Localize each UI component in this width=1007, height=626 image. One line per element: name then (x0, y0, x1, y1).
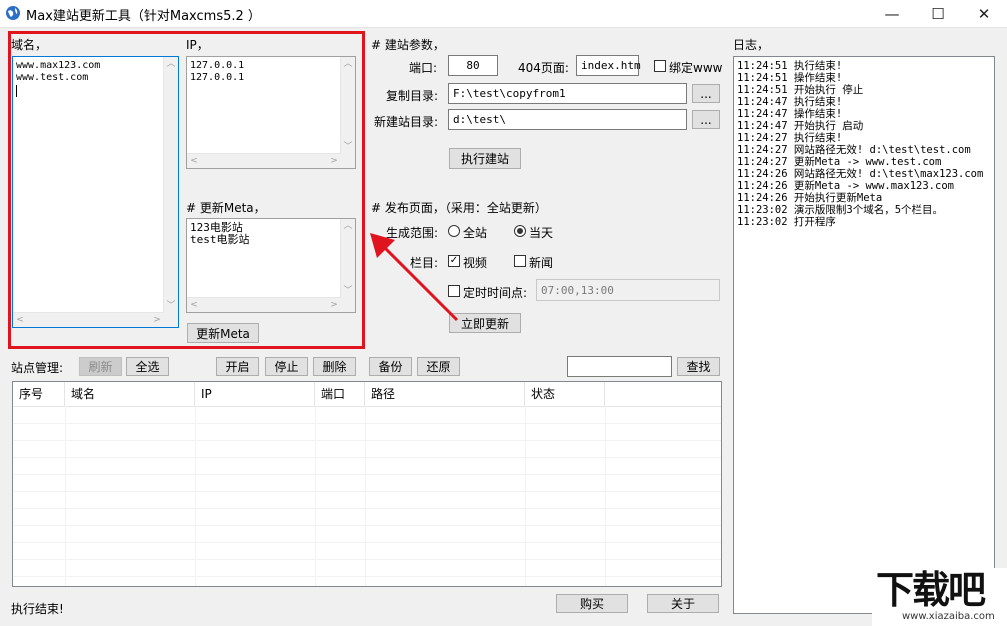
log-line: 11:24:51 操作结束! (737, 72, 843, 84)
maximize-button[interactable]: ☐ (915, 0, 961, 27)
log-line: 11:23:02 打开程序 (737, 216, 836, 228)
build-params-header: # 建站参数， (371, 38, 445, 52)
log-line: 11:24:51 开始执行 停止 (737, 84, 864, 96)
new-dir-browse-button[interactable]: ... (692, 110, 720, 129)
status-text: 执行结束! (11, 602, 64, 616)
copy-dir-input[interactable]: F:\test\copyfrom1 (448, 83, 687, 104)
page404-input[interactable]: index.htm (576, 55, 641, 76)
watermark-url: www.xiazaiba.com (902, 611, 995, 622)
copy-dir-browse-button[interactable]: ... (692, 84, 720, 103)
log-listbox[interactable]: 11:24:51 执行结束! 11:24:51 操作结束! 11:24:51 开始执… (733, 56, 995, 614)
highlight-frame (8, 31, 365, 349)
port-input[interactable]: 80 (448, 55, 498, 76)
backup-button[interactable]: 备份 (369, 357, 412, 376)
column-header-path[interactable]: 路径 (365, 382, 525, 406)
copy-dir-label: 复制目录: (386, 89, 439, 103)
log-line: 11:24:47 开始执行 启动 (737, 120, 864, 132)
log-line: 11:24:47 执行结束! (737, 96, 843, 108)
range-today-radio[interactable] (514, 225, 526, 237)
buy-button[interactable]: 购买 (556, 594, 628, 613)
page404-label: 404页面: (518, 61, 569, 75)
log-line: 11:24:26 网站路径无效! d:\test\max123.com (737, 168, 984, 180)
delete-button[interactable]: 删除 (313, 357, 356, 376)
publish-header: # 发布页面，（采用：全站更新） (371, 201, 547, 215)
log-lines: 11:24:51 执行结束! 11:24:51 操作结束! 11:24:51 开始执… (737, 60, 983, 228)
range-all-label: 全站 (463, 226, 488, 240)
log-line: 11:23:02 演示版限制3个域名，5个栏目。 (737, 204, 944, 216)
table-header: 序号 域名 IP 端口 路径 状态 (13, 382, 721, 407)
timed-label: 定时时间点: (463, 286, 528, 300)
app-globe-icon (6, 6, 20, 20)
column-news-checkbox[interactable] (514, 255, 526, 267)
bind-www-label: 绑定www (669, 61, 723, 75)
restore-button[interactable]: 还原 (417, 357, 460, 376)
column-header-ip[interactable]: IP (195, 382, 315, 406)
select-all-button[interactable]: 全选 (126, 357, 169, 376)
about-button[interactable]: 关于 (647, 594, 719, 613)
column-news-label: 新闻 (529, 256, 554, 270)
log-line: 11:24:26 更新Meta -> www.max123.com (737, 180, 954, 192)
log-line: 11:24:26 开始执行更新Meta (737, 192, 883, 204)
log-line: 11:24:27 更新Meta -> www.test.com (737, 156, 942, 168)
bind-www-checkbox[interactable] (654, 60, 666, 72)
start-button[interactable]: 开启 (216, 357, 259, 376)
timed-input[interactable]: 07:00,13:00 (536, 279, 720, 301)
execute-build-button[interactable]: 执行建站 (449, 148, 521, 169)
column-header-domain[interactable]: 域名 (65, 382, 195, 406)
log-line: 11:24:27 网站路径无效! d:\test\test.com (737, 144, 971, 156)
window-title: Max建站更新工具（针对Maxcms5.2 ） (26, 9, 261, 24)
stop-button[interactable]: 停止 (265, 357, 308, 376)
site-mgmt-label: 站点管理: (11, 361, 64, 375)
watermark-logo-text: 下载吧 (876, 568, 986, 612)
log-line: 11:24:47 操作结束! (737, 108, 843, 120)
new-dir-label: 新建站目录: (374, 115, 439, 129)
column-header-port[interactable]: 端口 (315, 382, 365, 406)
minimize-button[interactable]: — (869, 0, 915, 27)
range-today-label: 当天 (529, 226, 554, 240)
column-video-label: 视频 (463, 256, 488, 270)
search-button[interactable]: 查找 (677, 357, 720, 376)
port-label: 端口: (409, 61, 438, 75)
red-arrow-icon (370, 233, 459, 322)
log-line: 11:24:27 执行结束! (737, 132, 843, 144)
refresh-button[interactable]: 刷新 (79, 357, 122, 376)
log-line: 11:24:51 执行结束! (737, 60, 843, 72)
close-button[interactable]: ✕ (961, 0, 1007, 27)
site-table[interactable]: 序号 域名 IP 端口 路径 状态 (12, 381, 722, 587)
column-header-status[interactable]: 状态 (525, 382, 605, 406)
watermark: 下载吧 www.xiazaiba.com (872, 568, 1007, 626)
search-input[interactable] (567, 356, 672, 377)
title-bar: Max建站更新工具（针对Maxcms5.2 ） — ☐ ✕ (0, 0, 1007, 28)
new-dir-input[interactable]: d:\test\ (448, 109, 687, 130)
column-header-index[interactable]: 序号 (13, 382, 65, 406)
log-label: 日志， (733, 38, 770, 52)
